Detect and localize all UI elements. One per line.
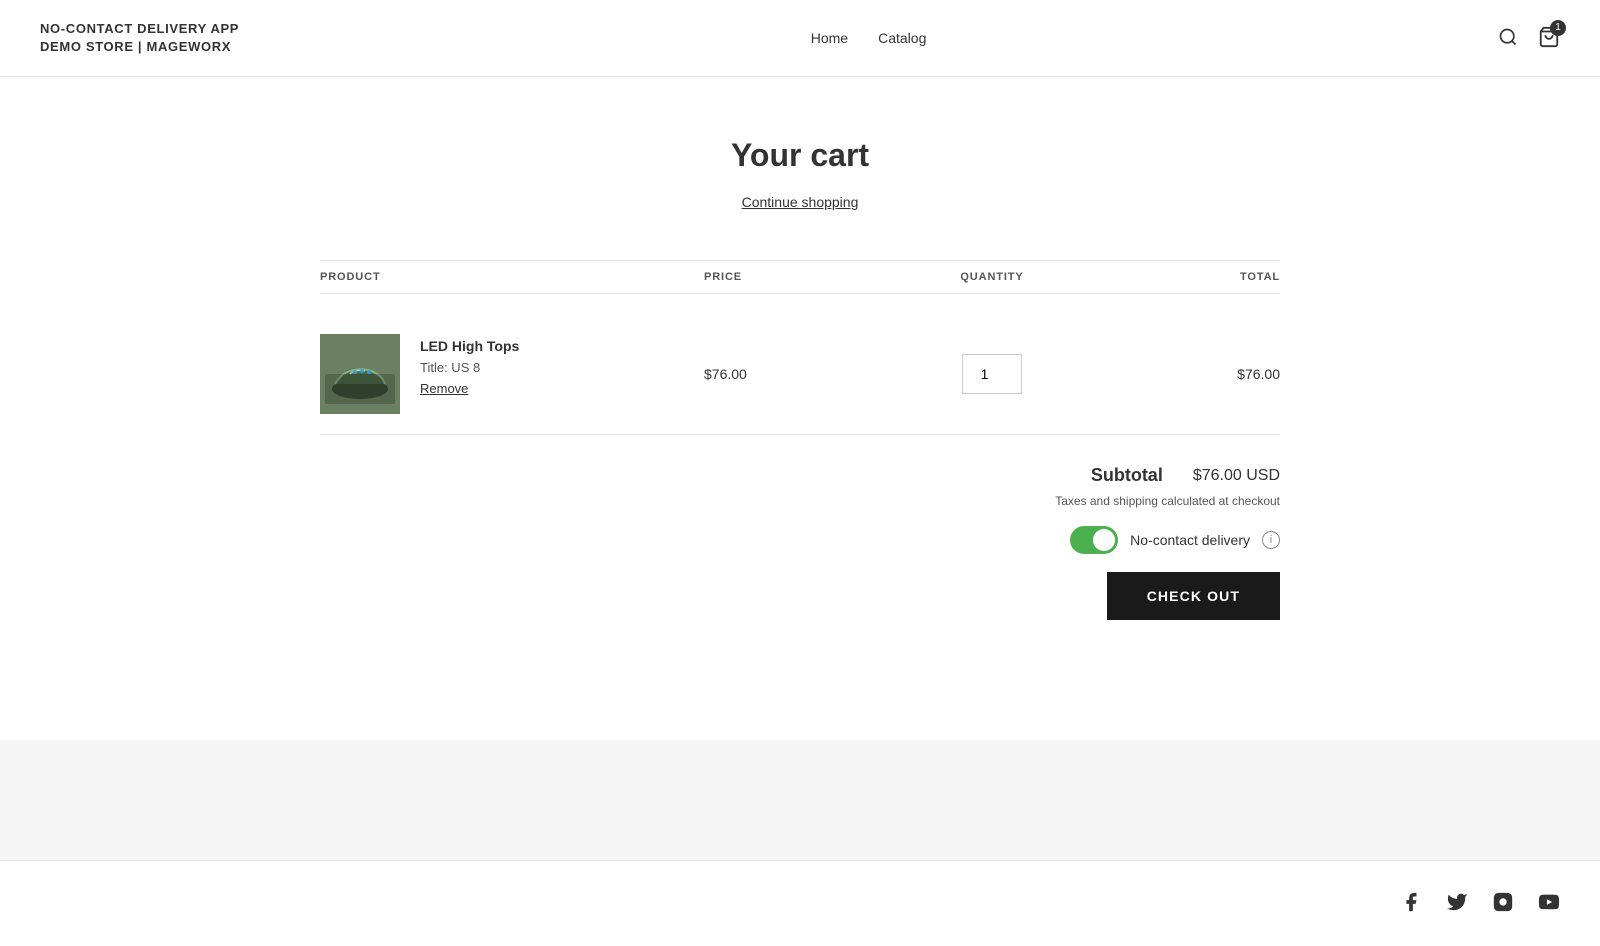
- product-name: LED High Tops: [420, 338, 519, 354]
- product-image: [320, 334, 400, 414]
- site-footer: [0, 860, 1600, 946]
- remove-button[interactable]: Remove: [420, 381, 519, 396]
- header-quantity: QUANTITY: [896, 271, 1088, 283]
- price-cell: $76.00: [704, 366, 896, 382]
- quantity-cell: [896, 354, 1088, 394]
- no-contact-label: No-contact delivery: [1130, 532, 1250, 548]
- product-image-svg: [320, 334, 400, 414]
- product-info: LED High Tops Title: US 8 Remove: [320, 334, 704, 414]
- site-header: NO-CONTACT DELIVERY APP DEMO STORE | MAG…: [0, 0, 1600, 77]
- search-button[interactable]: [1498, 27, 1518, 50]
- youtube-link[interactable]: [1538, 891, 1560, 916]
- cart-table: PRODUCT PRICE QUANTITY TOTAL: [320, 260, 1280, 435]
- cart-button[interactable]: 1: [1538, 26, 1560, 51]
- header-product: PRODUCT: [320, 271, 704, 283]
- quantity-input[interactable]: [962, 354, 1022, 394]
- header-price: PRICE: [704, 271, 896, 283]
- cart-summary: Subtotal $76.00 USD Taxes and shipping c…: [320, 465, 1280, 620]
- checkout-button[interactable]: CHECK OUT: [1107, 572, 1280, 620]
- site-logo: NO-CONTACT DELIVERY APP DEMO STORE | MAG…: [40, 20, 239, 56]
- facebook-icon: [1400, 891, 1422, 913]
- toggle-slider: [1070, 526, 1118, 554]
- table-row: LED High Tops Title: US 8 Remove $76.00 …: [320, 314, 1280, 435]
- subtotal-label: Subtotal: [1091, 465, 1163, 486]
- header-total: TOTAL: [1088, 271, 1280, 283]
- subtotal-row: Subtotal $76.00 USD: [1091, 465, 1280, 486]
- cart-badge: 1: [1550, 20, 1566, 36]
- facebook-link[interactable]: [1400, 891, 1422, 916]
- no-contact-toggle[interactable]: [1070, 526, 1118, 554]
- main-nav: Home Catalog: [811, 30, 927, 46]
- header-icons: 1: [1498, 26, 1560, 51]
- footer-gray-area: [0, 740, 1600, 860]
- cart-table-header: PRODUCT PRICE QUANTITY TOTAL: [320, 260, 1280, 294]
- product-details: LED High Tops Title: US 8 Remove: [420, 334, 519, 396]
- product-variant: Title: US 8: [420, 360, 519, 375]
- twitter-link[interactable]: [1446, 891, 1468, 916]
- nav-home[interactable]: Home: [811, 30, 848, 46]
- continue-shopping-link[interactable]: Continue shopping: [320, 194, 1280, 210]
- total-cell: $76.00: [1088, 366, 1280, 382]
- info-icon[interactable]: i: [1262, 531, 1280, 549]
- instagram-icon: [1492, 891, 1514, 913]
- youtube-icon: [1538, 891, 1560, 913]
- main-content: Your cart Continue shopping PRODUCT PRIC…: [300, 77, 1300, 680]
- tax-note: Taxes and shipping calculated at checkou…: [1055, 494, 1280, 508]
- page-title: Your cart: [320, 137, 1280, 174]
- no-contact-row: No-contact delivery i: [1070, 526, 1280, 554]
- twitter-icon: [1446, 891, 1468, 913]
- nav-catalog[interactable]: Catalog: [878, 30, 926, 46]
- search-icon: [1498, 27, 1518, 47]
- subtotal-value: $76.00 USD: [1193, 467, 1280, 485]
- instagram-link[interactable]: [1492, 891, 1514, 916]
